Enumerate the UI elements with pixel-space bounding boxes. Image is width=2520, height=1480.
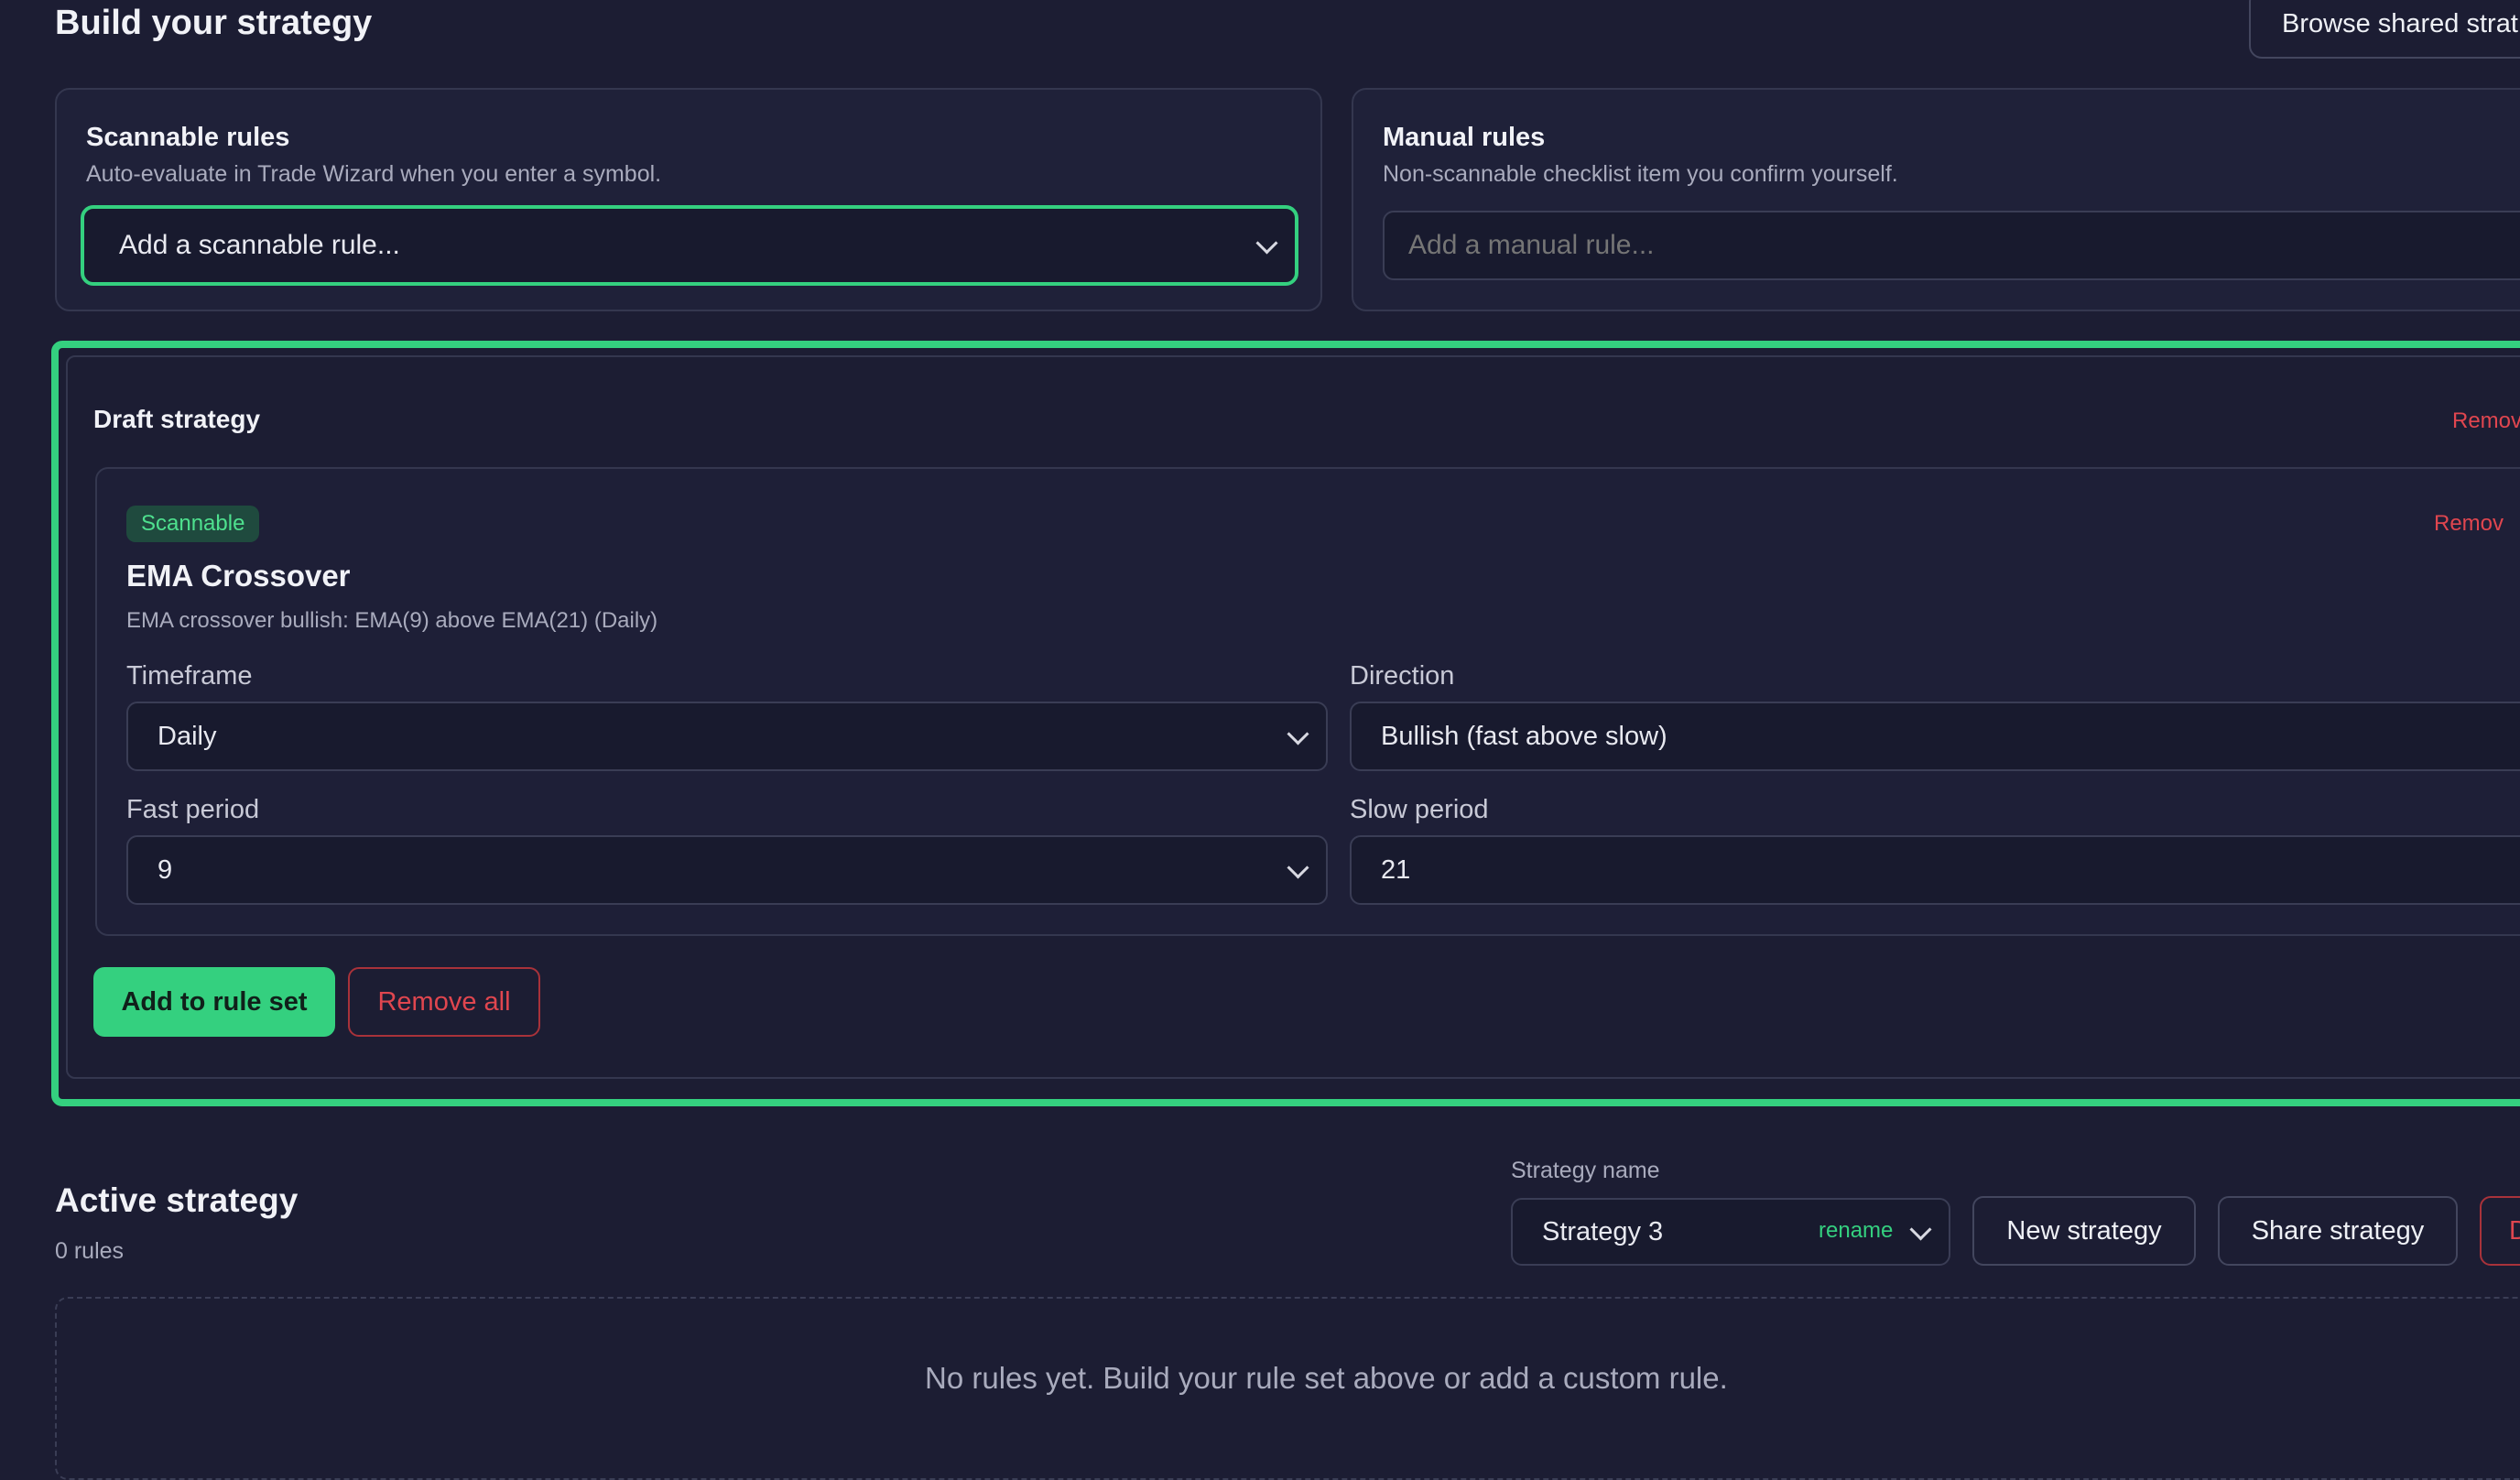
browse-shared-strategies-button[interactable]: Browse shared strat (2249, 0, 2520, 59)
add-scannable-rule-select-value: Add a scannable rule... (119, 230, 400, 260)
manual-rules-title: Manual rules (1383, 123, 1546, 152)
add-to-rule-set-button[interactable]: Add to rule set (93, 967, 335, 1037)
draft-strategy-remove-link[interactable]: Remov (2452, 408, 2520, 434)
direction-label: Direction (1350, 661, 1455, 691)
scannable-rules-title: Scannable rules (86, 123, 290, 152)
active-strategy-rule-count: 0 rules (55, 1238, 125, 1264)
delete-strategy-button[interactable]: D (2480, 1196, 2520, 1266)
draft-strategy-title: Draft strategy (93, 405, 261, 433)
add-scannable-rule-select[interactable]: Add a scannable rule... (81, 205, 1298, 286)
manual-rules-panel: Manual rules Non-scannable checklist ite… (1352, 88, 2520, 311)
scannable-badge: Scannable (126, 506, 260, 542)
timeframe-select[interactable]: Daily (126, 702, 1328, 771)
rule-card: Scannable Remov EMA Crossover EMA crosso… (95, 467, 2520, 936)
chevron-down-icon (1287, 856, 1309, 879)
empty-state-message: No rules yet. Build your rule set above … (925, 1361, 1728, 1395)
fast-period-select-value: 9 (158, 854, 173, 885)
share-strategy-button[interactable]: Share strategy (2218, 1196, 2458, 1266)
delete-strategy-button-label: D (2509, 1215, 2520, 1246)
active-strategy-title: Active strategy (55, 1181, 299, 1219)
rule-name: EMA Crossover (126, 559, 351, 593)
draft-strategy-section: Draft strategy Remov Scannable Remov EMA… (51, 341, 2520, 1106)
remove-all-button[interactable]: Remove all (348, 967, 540, 1037)
timeframe-select-value: Daily (158, 721, 217, 751)
fast-period-label: Fast period (126, 795, 260, 824)
slow-period-input-value: 21 (1381, 854, 1411, 885)
manual-rules-subtitle: Non-scannable checklist item you confirm… (1383, 161, 1898, 187)
strategy-name-select[interactable]: Strategy 3 rename (1511, 1198, 1950, 1266)
rule-description: EMA crossover bullish: EMA(9) above EMA(… (126, 608, 658, 633)
slow-period-input[interactable]: 21 (1350, 835, 2520, 905)
chevron-down-icon (1287, 723, 1309, 745)
rename-link[interactable]: rename (1819, 1218, 1893, 1244)
direction-select-value: Bullish (fast above slow) (1381, 721, 1667, 751)
timeframe-label: Timeframe (126, 661, 253, 691)
chevron-down-icon (1909, 1218, 1932, 1241)
page-title: Build your strategy (55, 4, 373, 42)
scannable-rules-subtitle: Auto-evaluate in Trade Wizard when you e… (86, 161, 662, 187)
rule-remove-link[interactable]: Remov (2434, 511, 2504, 537)
new-strategy-button[interactable]: New strategy (1972, 1196, 2196, 1266)
strategy-name-value: Strategy 3 (1542, 1216, 1664, 1246)
scannable-rules-panel: Scannable rules Auto-evaluate in Trade W… (55, 88, 1322, 311)
direction-select[interactable]: Bullish (fast above slow) (1350, 702, 2520, 771)
strategy-name-label: Strategy name (1511, 1158, 1660, 1183)
chevron-down-icon (1255, 232, 1278, 255)
manual-rule-input[interactable] (1383, 211, 2520, 280)
slow-period-label: Slow period (1350, 795, 1489, 824)
fast-period-select[interactable]: 9 (126, 835, 1328, 905)
active-rules-empty-state: No rules yet. Build your rule set above … (55, 1297, 2520, 1480)
